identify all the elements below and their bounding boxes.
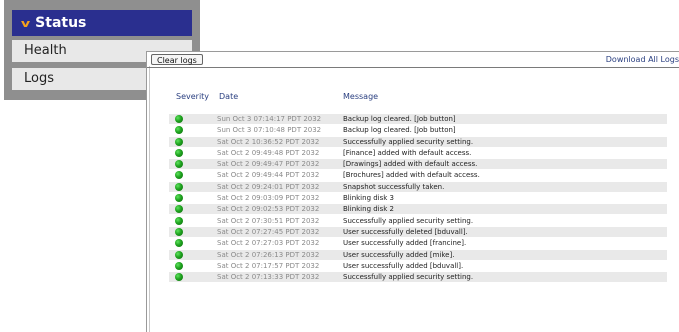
log-message: User successfully added [mike]. [343, 250, 455, 259]
log-row: Sat Oct 2 09:03:09 PDT 2032 Blinking disk… [169, 193, 667, 203]
logs-panel: Clear logs Download All Logs Severity Da… [146, 51, 679, 332]
log-date: Sat Oct 2 09:49:47 PDT 2032 [217, 160, 320, 169]
log-message: [Finance] added with default access. [343, 148, 472, 157]
log-table: Sun Oct 3 07:14:17 PDT 2032 Backup log cl… [169, 114, 667, 283]
log-row: Sat Oct 2 07:26:13 PDT 2032 User successf… [169, 249, 667, 260]
toolbar-divider [147, 67, 679, 68]
log-message: Blinking disk 2 [343, 205, 394, 214]
log-date: Sat Oct 2 09:02:53 PDT 2032 [217, 205, 320, 214]
log-row: Sat Oct 2 09:49:44 PDT 2032 [Brochures] a… [169, 170, 667, 180]
log-date: Sat Oct 2 07:27:03 PDT 2032 [217, 239, 320, 248]
green-status-dot-icon [175, 227, 183, 236]
log-date: Sat Oct 2 09:03:09 PDT 2032 [217, 194, 320, 203]
green-status-dot-icon [175, 205, 183, 214]
log-message: [Drawings] added with default access. [343, 160, 478, 169]
green-status-dot-icon [175, 182, 183, 191]
nav-item-logs-label: Logs [24, 71, 54, 86]
log-date: Sun Oct 3 07:14:17 PDT 2032 [217, 115, 322, 123]
log-message: User successfully deleted [bduvall]. [343, 227, 468, 236]
log-message: Blinking disk 3 [343, 194, 394, 203]
log-message: Successfully applied security setting. [343, 273, 474, 282]
log-row: Sun Oct 3 07:10:48 PDT 2032 Backup log cl… [169, 125, 667, 135]
chevron-down-icon: v [20, 17, 31, 30]
log-row: Sat Oct 2 09:49:47 PDT 2032 [Drawings] ad… [169, 159, 667, 170]
log-row: Sun Oct 3 07:14:17 PDT 2032 Backup log cl… [169, 114, 667, 124]
green-status-dot-icon [175, 171, 183, 180]
log-date: Sat Oct 2 07:30:51 PDT 2032 [217, 216, 320, 225]
green-status-dot-icon [175, 216, 183, 225]
log-date: Sat Oct 2 07:13:33 PDT 2032 [217, 273, 320, 282]
log-message: Backup log cleared. [Job button] [343, 126, 456, 135]
log-date: Sun Oct 3 07:10:48 PDT 2032 [217, 126, 322, 135]
log-message: Snapshot successfully taken. [343, 182, 445, 191]
log-message: User successfully added [bduvall]. [343, 261, 464, 270]
log-row: Sat Oct 2 09:02:53 PDT 2032 Blinking disk… [169, 204, 667, 215]
clear-logs-button[interactable]: Clear logs [151, 54, 203, 65]
green-status-dot-icon [175, 160, 183, 169]
log-date: Sat Oct 2 09:49:44 PDT 2032 [217, 171, 320, 180]
log-row: Sat Oct 2 07:17:57 PDT 2032 User successf… [169, 261, 667, 271]
column-header-message[interactable]: Message [343, 92, 378, 101]
log-date: Sat Oct 2 07:27:45 PDT 2032 [217, 227, 320, 236]
log-date: Sat Oct 2 09:24:01 PDT 2032 [217, 182, 320, 191]
log-message: Successfully applied security setting. [343, 216, 474, 225]
log-row: Sat Oct 2 07:27:45 PDT 2032 User successf… [169, 226, 667, 237]
green-status-dot-icon [175, 261, 183, 270]
log-row: Sat Oct 2 07:27:03 PDT 2032 User successf… [169, 238, 667, 248]
log-message: Successfully applied security setting. [343, 137, 474, 146]
log-row: Sat Oct 2 10:36:52 PDT 2032 Successfully … [169, 136, 667, 147]
nav-item-status-label: Status [35, 15, 87, 31]
log-date: Sat Oct 2 07:17:57 PDT 2032 [217, 261, 320, 270]
log-date: Sat Oct 2 10:36:52 PDT 2032 [217, 137, 320, 146]
log-row: Sat Oct 2 09:24:01 PDT 2032 Snapshot succ… [169, 181, 667, 192]
green-status-dot-icon [175, 194, 183, 203]
green-status-dot-icon [175, 137, 183, 146]
log-message: [Brochures] added with default access. [343, 171, 480, 180]
log-message: User successfully added [francine]. [343, 239, 467, 248]
nav-item-status[interactable]: v Status [12, 10, 192, 36]
nav-item-health-label: Health [24, 43, 67, 58]
green-status-dot-icon [175, 273, 183, 282]
green-status-dot-icon [175, 250, 183, 259]
column-header-date[interactable]: Date [219, 92, 238, 101]
green-status-dot-icon [175, 115, 183, 123]
log-message: Backup log cleared. [Job button] [343, 115, 456, 123]
green-status-dot-icon [175, 239, 183, 248]
log-date: Sat Oct 2 07:26:13 PDT 2032 [217, 250, 320, 259]
green-status-dot-icon [175, 126, 183, 135]
download-all-logs-link[interactable]: Download All Logs [606, 55, 679, 65]
column-header-severity[interactable]: Severity [176, 92, 209, 101]
green-status-dot-icon [175, 148, 183, 157]
log-row: Sat Oct 2 07:30:51 PDT 2032 Successfully … [169, 216, 667, 226]
log-row: Sat Oct 2 07:13:33 PDT 2032 Successfully … [169, 272, 667, 283]
log-date: Sat Oct 2 09:49:48 PDT 2032 [217, 148, 320, 157]
log-row: Sat Oct 2 09:49:48 PDT 2032 [Finance] add… [169, 148, 667, 158]
